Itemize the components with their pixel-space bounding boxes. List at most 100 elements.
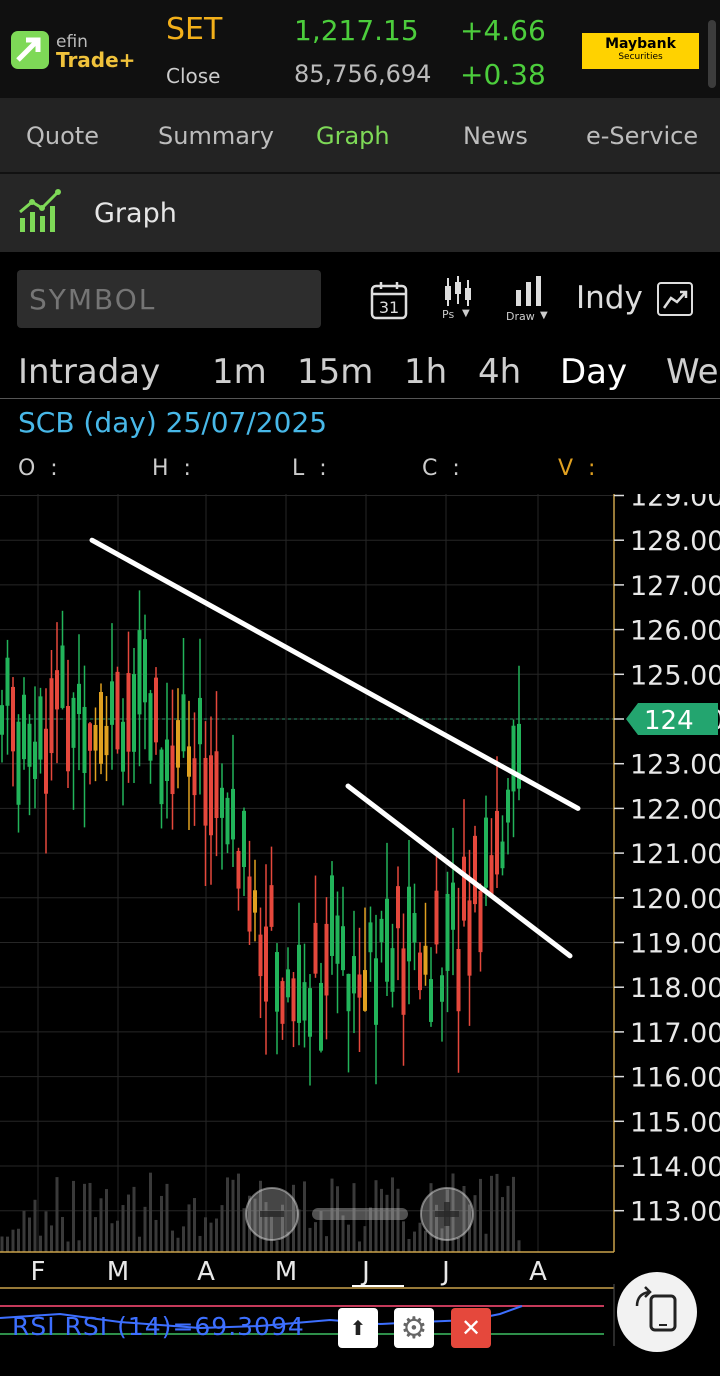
timeframe-4h[interactable]: 4h bbox=[478, 352, 521, 392]
timeframe-15m[interactable]: 15m bbox=[297, 352, 373, 392]
ohlc-open: O : bbox=[18, 456, 62, 481]
close-icon: ✕ bbox=[460, 1314, 482, 1342]
header-scrollbar[interactable] bbox=[708, 20, 716, 88]
candlestick-icon bbox=[445, 276, 471, 306]
candle bbox=[253, 890, 257, 913]
index-change-pct: +0.38 bbox=[460, 58, 546, 91]
settings-button[interactable]: ⚙ bbox=[394, 1308, 434, 1348]
candle bbox=[181, 694, 186, 752]
volume-bar bbox=[127, 1194, 130, 1252]
candle bbox=[385, 898, 389, 982]
candle bbox=[462, 856, 466, 921]
volume-bar bbox=[484, 1233, 488, 1252]
volume-bar bbox=[182, 1226, 185, 1252]
section-title: Graph bbox=[94, 198, 177, 229]
volume-bar bbox=[110, 1223, 114, 1252]
candle bbox=[269, 885, 274, 927]
candle bbox=[418, 952, 422, 991]
timeframe-1h[interactable]: 1h bbox=[404, 352, 447, 392]
candle bbox=[170, 745, 175, 795]
volume-bar bbox=[418, 1222, 422, 1252]
volume-bar bbox=[77, 1240, 81, 1252]
rotate-icon bbox=[635, 1286, 677, 1332]
timeframe-1m[interactable]: 1m bbox=[212, 352, 267, 392]
y-tick-label: 120.00 bbox=[630, 884, 720, 915]
candle bbox=[319, 982, 323, 1051]
volume-bar bbox=[138, 1236, 141, 1252]
y-tick-label: 118.00 bbox=[630, 973, 720, 1004]
zoom-controls[interactable] bbox=[245, 1187, 474, 1241]
rsi-label: RSI RSI (14)=69.3094 bbox=[12, 1312, 305, 1341]
volume-bar bbox=[473, 1195, 477, 1252]
candle bbox=[115, 671, 120, 750]
volume-bar bbox=[512, 1176, 515, 1252]
candle bbox=[368, 922, 373, 953]
rotate-device-button[interactable] bbox=[617, 1272, 697, 1352]
draw-button[interactable]: Draw ▼ bbox=[504, 276, 552, 324]
candle bbox=[286, 969, 290, 998]
calendar-icon[interactable]: 31 bbox=[370, 280, 410, 320]
close-value: 85,756,694 bbox=[294, 60, 432, 88]
symbol-input[interactable] bbox=[27, 278, 311, 320]
y-tick-label: 119.00 bbox=[630, 929, 720, 960]
ps-label: Ps bbox=[442, 308, 455, 321]
volume-bar bbox=[226, 1177, 229, 1252]
timeframe-intraday[interactable]: Intraday bbox=[18, 352, 160, 392]
tab-graph[interactable]: Graph bbox=[316, 122, 390, 150]
price-tag: 124 bbox=[626, 703, 718, 736]
y-tick-label: 126.00 bbox=[630, 616, 720, 647]
candle bbox=[154, 677, 158, 743]
gear-icon: ⚙ bbox=[400, 1310, 428, 1346]
indicator-button[interactable]: Indy bbox=[576, 280, 643, 316]
trendlines[interactable] bbox=[89, 537, 581, 959]
candle bbox=[88, 723, 92, 751]
draw-label: Draw bbox=[506, 310, 535, 323]
candle bbox=[16, 721, 21, 805]
volume-bar bbox=[44, 1211, 48, 1252]
volume-bar bbox=[72, 1180, 75, 1252]
volume-bar bbox=[220, 1205, 224, 1252]
volume-bar bbox=[325, 1236, 328, 1252]
volume-bar bbox=[149, 1172, 152, 1252]
timeframe-day[interactable]: Day bbox=[560, 352, 627, 392]
tab-quote[interactable]: Quote bbox=[26, 122, 99, 150]
price-chart[interactable]: 129.00128.00127.00126.00125.00124.00123.… bbox=[0, 494, 720, 1346]
volume-bar bbox=[121, 1205, 125, 1252]
candle bbox=[374, 958, 378, 1025]
arrow-up-icon: ⬆ bbox=[349, 1316, 367, 1340]
volume-bar bbox=[171, 1230, 174, 1252]
volume-bar bbox=[66, 1241, 70, 1252]
candle bbox=[357, 974, 362, 998]
close-button[interactable]: ✕ bbox=[451, 1308, 491, 1348]
ohlc-high: H : bbox=[152, 456, 195, 481]
volume-bar bbox=[193, 1198, 196, 1252]
divider bbox=[0, 398, 720, 399]
candle bbox=[66, 705, 70, 772]
candle bbox=[379, 918, 384, 943]
arrow-up-button[interactable]: ⬆ bbox=[338, 1308, 378, 1348]
candle bbox=[440, 975, 444, 1002]
timeframe-week[interactable]: We bbox=[666, 352, 719, 392]
x-tick-label: A bbox=[197, 1257, 215, 1287]
trend-chart-icon[interactable] bbox=[657, 282, 693, 316]
x-tick-label: M bbox=[275, 1257, 297, 1287]
broker-logo: Maybank Securities bbox=[582, 33, 699, 69]
tab-summary[interactable]: Summary bbox=[158, 122, 274, 150]
candle bbox=[99, 692, 103, 764]
x-tick-label: J bbox=[360, 1257, 370, 1287]
candle bbox=[236, 850, 241, 889]
volume-bar bbox=[61, 1216, 64, 1252]
volume-bar bbox=[517, 1240, 521, 1252]
broker-sub: Securities bbox=[618, 52, 663, 62]
tab-news[interactable]: News bbox=[463, 122, 528, 150]
volume-bar bbox=[424, 1230, 427, 1252]
x-tick-label: A bbox=[529, 1257, 547, 1287]
y-tick-label: 114.00 bbox=[630, 1152, 720, 1183]
volume-bar bbox=[88, 1182, 92, 1252]
ps-chevron-icon: ▼ bbox=[462, 308, 470, 319]
candle bbox=[231, 788, 235, 840]
volume-bar bbox=[187, 1204, 191, 1252]
tab-e-service[interactable]: e-Service bbox=[586, 122, 698, 150]
volume-bar bbox=[215, 1218, 218, 1252]
price-style-button[interactable]: Ps ▼ bbox=[436, 276, 480, 324]
